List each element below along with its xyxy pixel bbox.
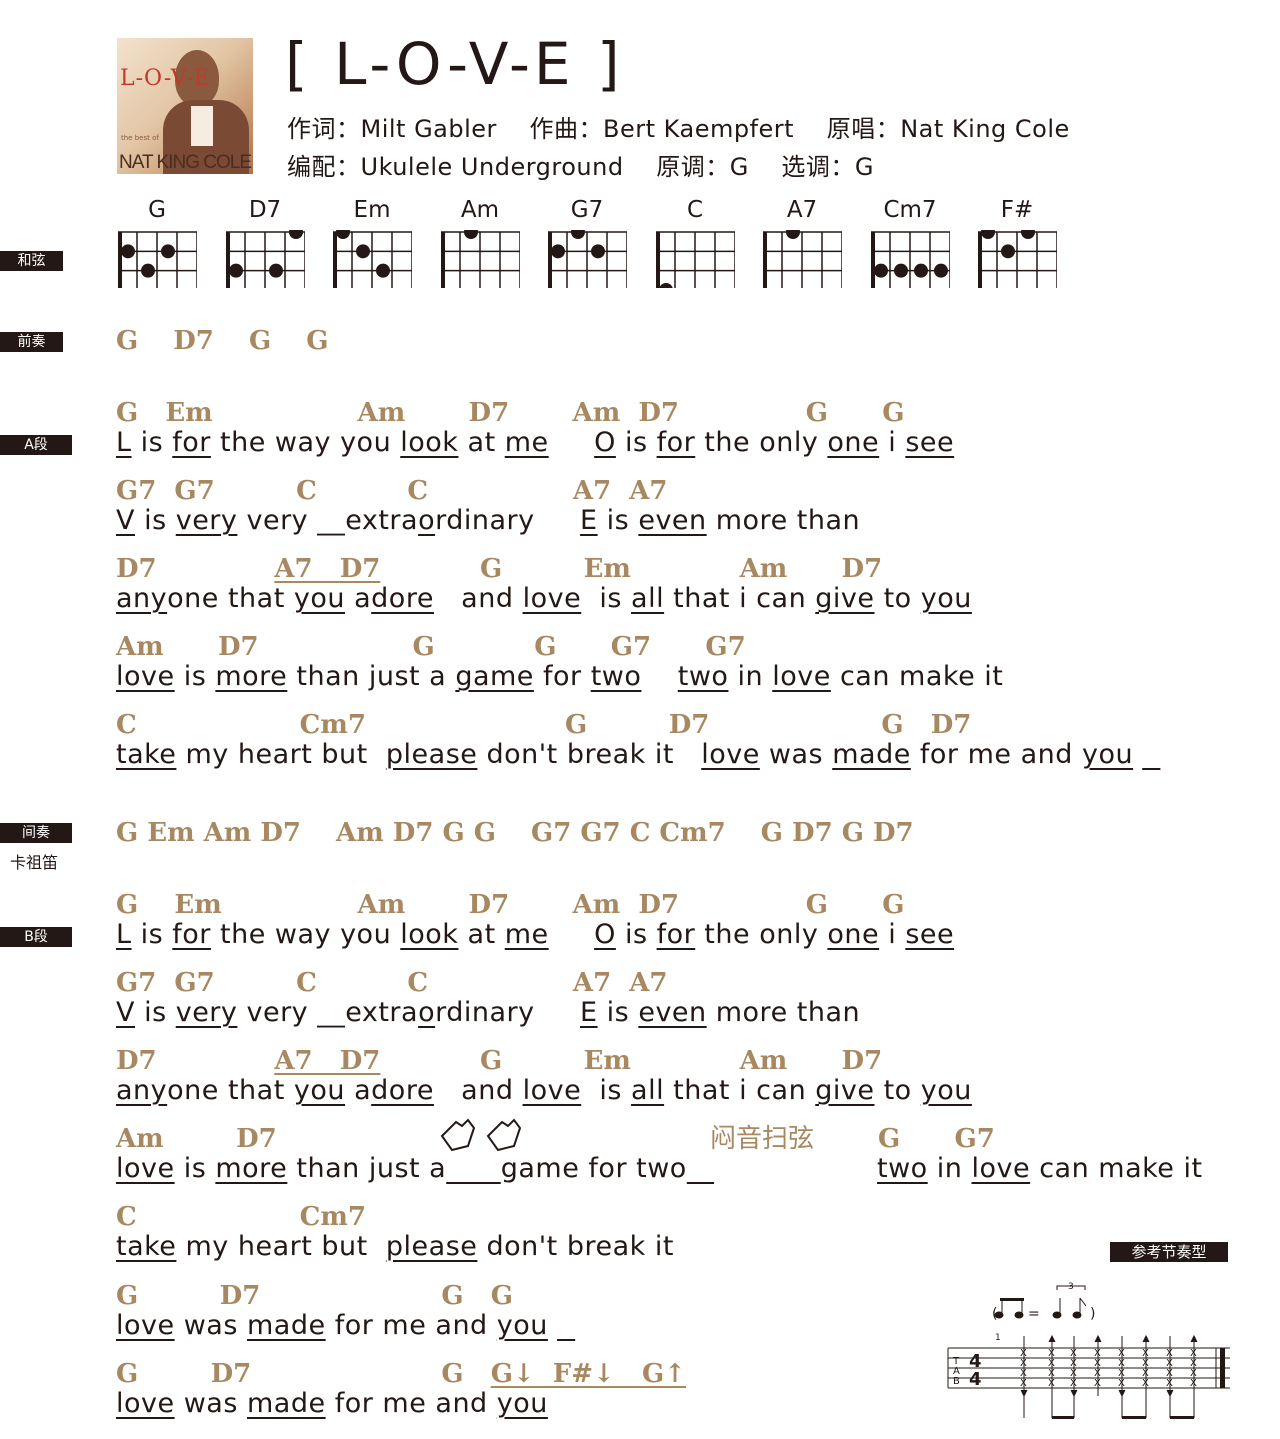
chord-line: G D7 G G	[116, 1281, 513, 1311]
chord-name: G	[148, 197, 166, 223]
finger-dot	[289, 230, 303, 239]
chord-name: G7	[570, 197, 604, 223]
lyric-line: love was made for me and you	[116, 1310, 548, 1341]
lyric-line: love was made for me and you	[116, 1388, 548, 1419]
tag-chords: 和弦	[0, 251, 63, 271]
chord-name: C	[686, 197, 704, 223]
chord-line: Am D7 G G G7 G7	[116, 632, 746, 662]
lyric-line: take my heart but please don't break it …	[116, 739, 1134, 770]
finger-dot	[659, 283, 673, 288]
chord-line: G D7 G G↓ F#↓ G↑	[116, 1359, 686, 1389]
lyric-line: two in love can make it	[877, 1153, 1203, 1184]
cover-title: L-O-V-E	[120, 66, 212, 91]
chord-line: G G7	[878, 1124, 995, 1154]
credits-line-2: 编配：Ukulele Underground 原调：G 选调：G	[287, 153, 875, 181]
chord-line: G Em Am D7 Am D7 G G	[116, 890, 905, 920]
chord-diagram	[548, 230, 627, 288]
finger-dot	[551, 244, 565, 259]
chord-name: Em	[353, 197, 391, 223]
tag-section-a: A段	[0, 435, 72, 455]
finger-dot	[1021, 230, 1035, 239]
interlude-chords: G Em Am D7 Am D7 G G G7 G7 C Cm7 G D7 G …	[116, 818, 914, 848]
lyric-line: take my heart but please don't break it	[116, 1231, 674, 1262]
clap-hands-icon	[440, 1118, 522, 1152]
tag-section-b: B段	[0, 927, 72, 947]
chord-name: F#	[1000, 197, 1034, 223]
chord-name: D7	[248, 197, 282, 223]
tag-intro: 前奏	[0, 332, 63, 352]
rhythm-pattern: ( = ) 3 1 T A B 4 4 XXXXXXXXXXXXXXXXXXXX…	[947, 1282, 1230, 1419]
singer-shirt	[191, 106, 213, 146]
finger-dot	[874, 263, 888, 278]
intro-chords: G D7 G G	[116, 326, 329, 356]
finger-dot	[571, 230, 585, 239]
finger-dot	[464, 230, 478, 239]
finger-dot	[934, 263, 948, 278]
svg-text:B: B	[953, 1376, 960, 1387]
chord-line: D7 A7 D7 G Em Am D7	[116, 554, 883, 584]
finger-dot	[141, 263, 155, 278]
finger-dot	[786, 230, 800, 239]
credits-line-1: 作词：Milt Gabler 作曲：Bert Kaempfert 原唱：Nat …	[287, 115, 1070, 143]
chord-diagram	[441, 230, 520, 288]
chord-diagram	[118, 231, 197, 288]
cover-subtitle: the best of	[121, 134, 159, 142]
finger-dot	[376, 263, 390, 278]
finger-dot	[229, 263, 243, 278]
chord-diagram	[871, 231, 950, 288]
chord-name: Am	[460, 197, 500, 223]
measure-number: 1	[995, 1333, 1001, 1343]
finger-dot	[981, 230, 995, 239]
lyric-line: love is more than just a game for two tw…	[116, 661, 1004, 692]
chord-diagram	[226, 230, 305, 288]
chord-line: C Cm7 G D7 G D7	[116, 710, 972, 740]
finger-dot	[336, 230, 350, 239]
lyric-line: anyone that you adore and love is all th…	[116, 583, 972, 614]
chord-diagram	[763, 230, 842, 288]
finger-dot	[591, 244, 605, 259]
equals-sign: =	[1028, 1306, 1040, 1322]
annotation-muted-strum: 闷音扫弦	[710, 1124, 815, 1154]
chord-diagram	[333, 230, 412, 288]
triplet-mark: 3	[1068, 1282, 1074, 1292]
chord-name: Cm7	[883, 197, 937, 223]
finger-dot	[161, 244, 175, 259]
chord-diagram	[656, 231, 735, 288]
tag-kazoo: 卡祖笛	[10, 853, 59, 872]
chord-line: C Cm7	[116, 1202, 366, 1232]
chord-line: Am D7	[116, 1124, 277, 1154]
finger-dot	[1001, 244, 1015, 259]
chord-name: A7	[786, 197, 818, 223]
lyric-line: V is very very __extraordinary E is even…	[116, 997, 861, 1028]
album-cover: L-O-V-E the best of NAT KING COLE	[117, 38, 253, 174]
lyric-line: L is for the way you look at me O is for…	[116, 919, 955, 950]
finger-dot	[121, 244, 135, 259]
song-title: [ L-O-V-E ]	[285, 30, 624, 98]
finger-dot	[894, 263, 908, 278]
finger-dot	[356, 244, 370, 259]
lyric-line: love is more than just a game for two	[116, 1153, 687, 1184]
svg-text:4: 4	[969, 1369, 982, 1390]
lyric-line: L is for the way you look at me O is for…	[116, 427, 955, 458]
finger-dot	[269, 263, 283, 278]
chord-diagram	[978, 230, 1057, 288]
chord-line: G7 G7 C C A7 A7	[116, 476, 668, 506]
tag-rhythm: 参考节奏型	[1110, 1242, 1228, 1262]
chord-line: D7 A7 D7 G Em Am D7	[116, 1046, 883, 1076]
finger-dot	[914, 263, 928, 278]
lyric-line: V is very very __extraordinary E is even…	[116, 505, 861, 536]
svg-text:): )	[1090, 1306, 1095, 1322]
tag-interlude: 间奏	[0, 823, 72, 843]
chord-line: G7 G7 C C A7 A7	[116, 968, 668, 998]
chord-line: G Em Am D7 Am D7 G G	[116, 398, 905, 428]
lyric-line: anyone that you adore and love is all th…	[116, 1075, 972, 1106]
cover-artist: NAT KING COLE	[119, 152, 252, 173]
